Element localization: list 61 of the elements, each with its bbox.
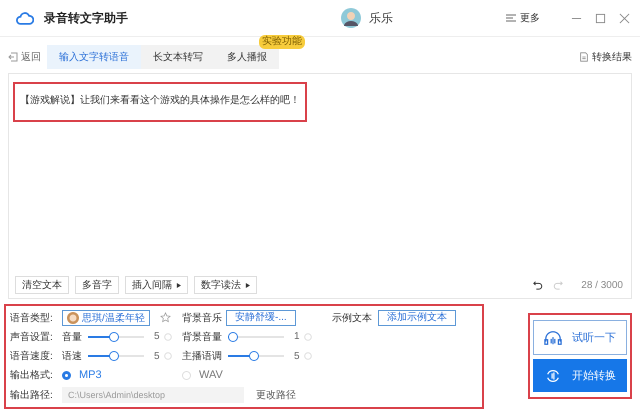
slider-label: 主播语调 [182, 350, 222, 363]
tab[interactable]: 多人播报 [215, 45, 279, 69]
maximize-icon[interactable] [595, 12, 606, 24]
slider-thumb[interactable] [108, 351, 119, 361]
field-label: 示例文本 [332, 312, 372, 324]
slider-thumb[interactable] [248, 351, 259, 361]
cloud-logo-icon [16, 10, 34, 26]
star-icon[interactable] [160, 312, 171, 323]
user-name[interactable]: 乐乐 [369, 10, 393, 26]
app-title: 录音转文字助手 [44, 10, 128, 26]
slider-value: 5 [154, 350, 160, 362]
back-button[interactable]: 返回 [8, 45, 41, 69]
voice-select-button[interactable]: 思琪/温柔年轻 [62, 310, 150, 326]
triangle-icon [176, 282, 181, 288]
field-label: 语音速度: [10, 350, 54, 363]
character-counter: 28 / 3000 [581, 280, 623, 290]
music-select-button[interactable]: 安静舒缓-... [226, 310, 296, 326]
slider-label: 语速 [62, 350, 82, 363]
circle-icon [304, 332, 312, 341]
text-editor[interactable]: 【游戏解说】让我们来看看这个游戏的具体操作是怎么样的吧！ 清空文本 多音字 插入间隔 数字读法 28 / 3000 [8, 73, 632, 299]
toolbar-button[interactable]: 插入间隔 [125, 276, 188, 294]
change-path-button[interactable]: 更改路径 [250, 386, 302, 402]
editor-text: 【游戏解说】让我们来看看这个游戏的具体操作是怎么样的吧！ [20, 95, 300, 106]
slider-value: 5 [294, 350, 300, 362]
format-radio[interactable]: MP3 [62, 369, 176, 382]
back-arrow-icon [8, 52, 18, 62]
field-label: 声音设置: [10, 330, 54, 344]
field-label: 背景音乐 [182, 312, 222, 324]
slider-label: 音量 [62, 330, 82, 344]
field-label: 输出格式: [10, 368, 54, 382]
circle-icon [164, 352, 172, 360]
convert-button[interactable]: 开始转换 [533, 359, 627, 392]
toolbar-button[interactable]: 数字读法 [194, 276, 257, 294]
results-button[interactable]: 转换结果 [579, 45, 632, 69]
avatar-icon[interactable] [341, 8, 361, 28]
document-icon [579, 52, 589, 62]
field-label: 输出路径: [10, 388, 54, 402]
triangle-icon [245, 282, 250, 288]
format-radio[interactable]: WAV [182, 369, 326, 382]
headphones-icon [544, 330, 562, 346]
slider-thumb[interactable] [228, 332, 238, 342]
circle-icon [164, 332, 172, 341]
convert-icon [544, 368, 562, 384]
tab[interactable]: 输入文字转语音 [47, 45, 141, 69]
field-label: 语音类型: [10, 312, 54, 324]
toolbar-button[interactable]: 清空文本 [15, 276, 69, 294]
slider-label: 背景音量 [182, 330, 222, 344]
close-icon[interactable] [619, 12, 630, 24]
slider-thumb[interactable] [108, 332, 119, 342]
more-menu-button[interactable]: 更多 [506, 11, 540, 25]
toolbar-button[interactable]: 多音字 [75, 276, 119, 294]
avatar-icon [67, 312, 79, 324]
preview-button[interactable]: 试听一下 [533, 320, 627, 355]
slider-value: 5 [154, 331, 160, 342]
undo-icon[interactable] [533, 280, 544, 290]
menu-icon [506, 13, 516, 23]
tab[interactable]: 长文本转写 [141, 45, 215, 69]
add-sample-button[interactable]: 添加示例文本 [378, 310, 456, 326]
slider-value: 1 [294, 331, 300, 342]
circle-icon [304, 352, 312, 360]
feature-badge: 实验功能 [259, 35, 305, 49]
